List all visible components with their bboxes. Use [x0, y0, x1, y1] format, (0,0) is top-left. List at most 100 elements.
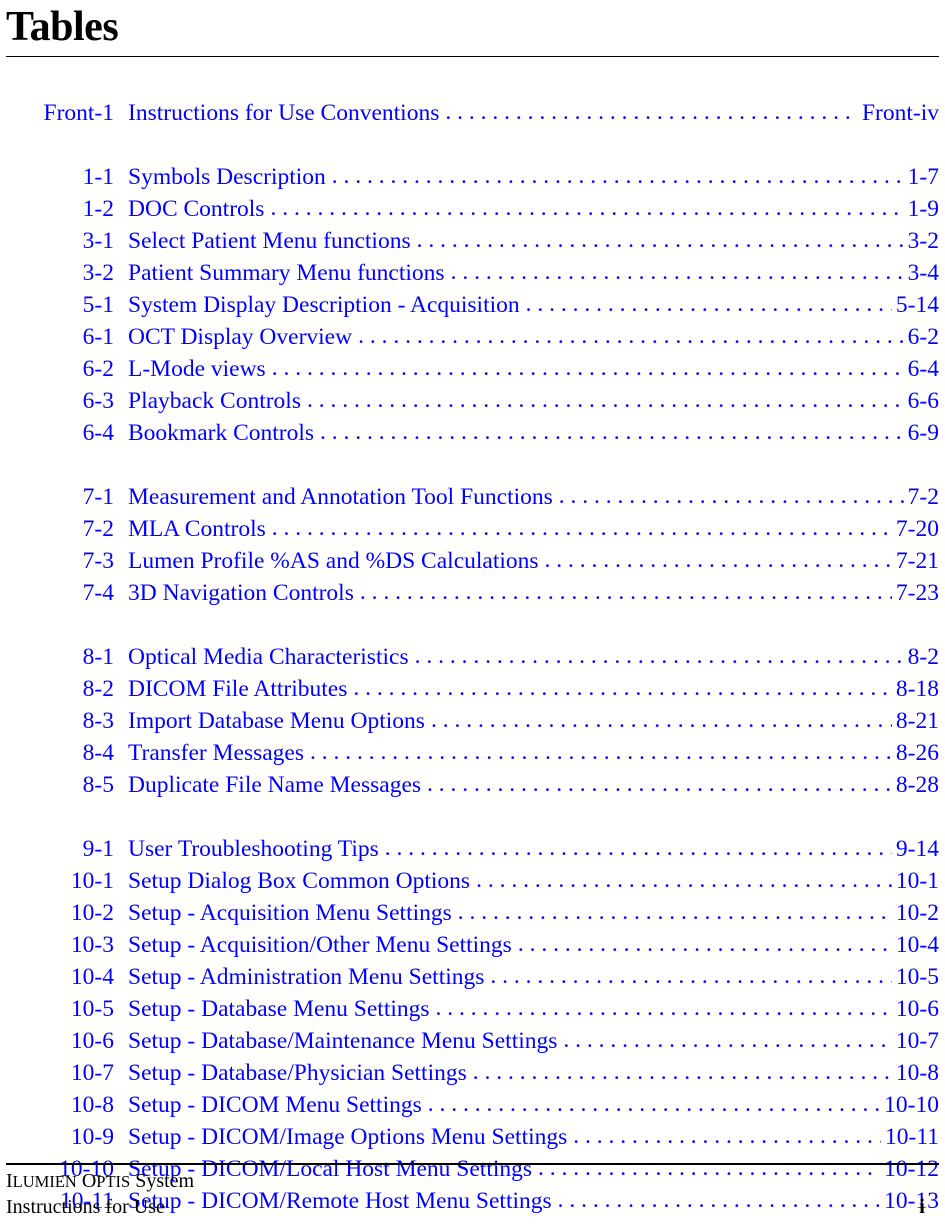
toc-entry-page: 7-20 [895, 516, 939, 542]
toc-entry-page: 8-26 [895, 740, 939, 766]
toc-group-spacer [6, 449, 939, 481]
toc-entry[interactable]: 9-1 User Troubleshooting Tips 9-14 [6, 833, 939, 865]
toc-entry[interactable]: 10-7 Setup - Database/Physician Settings… [6, 1057, 939, 1089]
toc-entry-page: 7-23 [895, 580, 939, 606]
toc-entry[interactable]: 10-8 Setup - DICOM Menu Settings 10-10 [6, 1089, 939, 1121]
toc-leader-dots [563, 1024, 892, 1056]
toc-entry-number: 10-6 [70, 1028, 114, 1054]
toc-entry-number: 7-2 [82, 516, 114, 542]
toc-entry-label: Setup - Database/Maintenance Menu Settin… [128, 1028, 558, 1054]
toc-entry[interactable]: 8-4 Transfer Messages 8-26 [6, 737, 939, 769]
toc-entry-page: 10-2 [895, 900, 939, 926]
toc-entry-number: 7-3 [82, 548, 114, 574]
toc-entry-label: Select Patient Menu functions [128, 228, 411, 254]
toc-entry[interactable]: 6-2 L-Mode views 6-4 [6, 353, 939, 385]
toc-entry-label: MLA Controls [128, 516, 266, 542]
toc-entry[interactable]: 10-4 Setup - Administration Menu Setting… [6, 961, 939, 993]
toc-entry-page: 5-14 [895, 292, 939, 318]
toc-entry-page: 8-2 [907, 644, 939, 670]
toc-leader-dots [490, 960, 892, 992]
toc-entry-number: 9-1 [82, 836, 114, 862]
toc-entry[interactable]: 1-2 DOC Controls 1-9 [6, 193, 939, 225]
toc-entry-page: 8-21 [895, 708, 939, 734]
toc-entry[interactable]: 7-2 MLA Controls 7-20 [6, 513, 939, 545]
toc-entry-page: 10-10 [884, 1092, 939, 1118]
toc-leader-dots [573, 1120, 881, 1152]
toc-entry[interactable]: 8-1 Optical Media Characteristics 8-2 [6, 641, 939, 673]
toc-entry[interactable]: 8-5 Duplicate File Name Messages 8-28 [6, 769, 939, 801]
toc-entry-number: Front-1 [43, 100, 115, 126]
toc-leader-dots [332, 160, 904, 192]
toc-entry[interactable]: 10-6 Setup - Database/Maintenance Menu S… [6, 1025, 939, 1057]
toc-leader-dots [385, 832, 892, 864]
toc-entry[interactable]: 8-2 DICOM File Attributes 8-18 [6, 673, 939, 705]
toc-entry-label: Setup - DICOM/Image Options Menu Setting… [128, 1124, 568, 1150]
footer-divider [6, 1163, 939, 1165]
toc-entry[interactable]: Front-1 Instructions for Use Conventions… [6, 97, 940, 129]
toc-entry-label: Bookmark Controls [128, 420, 315, 446]
toc-entry[interactable]: 6-4 Bookmark Controls 6-9 [6, 417, 939, 449]
toc-entry-page: 8-28 [895, 772, 939, 798]
toc-leader-dots [559, 480, 904, 512]
toc-entry-page: Front-iv [861, 100, 939, 126]
toc-entry-label: Symbols Description [128, 164, 326, 190]
toc-entry-number: 8-2 [82, 676, 114, 702]
toc-entry[interactable]: 10-9 Setup - DICOM/Image Options Menu Se… [6, 1121, 939, 1153]
toc-entry-number: 3-2 [82, 260, 114, 286]
toc-entry-label: Setup - DICOM Menu Settings [128, 1092, 422, 1118]
toc-leader-dots [545, 544, 892, 576]
toc-entry-number: 10-7 [70, 1060, 114, 1086]
toc-entry-number: 10-1 [70, 868, 114, 894]
toc-entry[interactable]: 6-1 OCT Display Overview 6-2 [6, 321, 939, 353]
toc-entry-page: 6-6 [907, 388, 939, 414]
toc-entry-number: 10-4 [70, 964, 114, 990]
page-footer: ILUMIEN OPTIS System Instructions for Us… [0, 1163, 945, 1226]
toc-entry-page: 1-7 [907, 164, 939, 190]
toc-entry-page: 6-4 [907, 356, 939, 382]
toc-leader-dots [428, 1088, 880, 1120]
toc-entry[interactable]: 7-4 3D Navigation Controls 7-23 [6, 577, 939, 609]
toc-entry-number: 10-5 [70, 996, 114, 1022]
toc-entry-label: DICOM File Attributes [128, 676, 348, 702]
toc-entry[interactable]: 10-3 Setup - Acquisition/Other Menu Sett… [6, 929, 939, 961]
toc-entry-number: 8-1 [82, 644, 114, 670]
toc-leader-dots [417, 224, 904, 256]
toc-entry-page: 1-9 [907, 196, 939, 222]
footer-product-lumien: LUMIEN [12, 1172, 77, 1191]
toc-entry[interactable]: 7-1 Measurement and Annotation Tool Func… [6, 481, 939, 513]
toc-entry[interactable]: 3-2 Patient Summary Menu functions 3-4 [6, 257, 939, 289]
toc-entry-label: Import Database Menu Options [128, 708, 425, 734]
toc-entry[interactable]: 10-2 Setup - Acquisition Menu Settings 1… [6, 897, 939, 929]
toc-entry-label: System Display Description - Acquisition [128, 292, 520, 318]
toc-entry[interactable]: 6-3 Playback Controls 6-6 [6, 385, 939, 417]
toc-entry-label: Measurement and Annotation Tool Function… [128, 484, 553, 510]
toc-entry-label: Setup - Acquisition Menu Settings [128, 900, 452, 926]
toc-leader-dots [518, 928, 892, 960]
toc-entry-label: Playback Controls [128, 388, 301, 414]
footer-product-line: ILUMIEN OPTIS System [6, 1169, 939, 1194]
toc-leader-dots [526, 288, 892, 320]
toc-entry-number: 10-3 [70, 932, 114, 958]
toc-entry[interactable]: 1-1 Symbols Description 1-7 [6, 161, 939, 193]
toc-leader-dots [320, 416, 904, 448]
toc-entry-number: 5-1 [82, 292, 114, 318]
page-title: Tables [6, 4, 119, 50]
toc-entry-page: 7-21 [895, 548, 939, 574]
toc-leader-dots [360, 576, 892, 608]
toc-entry[interactable]: 3-1 Select Patient Menu functions 3-2 [6, 225, 939, 257]
toc-entry-page: 6-2 [907, 324, 939, 350]
toc-entry-number: 10-9 [70, 1124, 114, 1150]
toc-entry[interactable]: 7-3 Lumen Profile %AS and %DS Calculatio… [6, 545, 939, 577]
toc-entry-label: 3D Navigation Controls [128, 580, 354, 606]
toc-entry[interactable]: 5-1 System Display Description - Acquisi… [6, 289, 939, 321]
toc-entry[interactable]: 8-3 Import Database Menu Options 8-21 [6, 705, 939, 737]
toc-entry-number: 6-3 [82, 388, 114, 414]
toc-entry[interactable]: 10-1 Setup Dialog Box Common Options 10-… [6, 865, 939, 897]
footer-product-name: ILUMIEN OPTIS System [6, 1169, 939, 1194]
toc-entry[interactable]: 10-5 Setup - Database Menu Settings 10-6 [6, 993, 939, 1025]
toc-entry-number: 10-8 [70, 1092, 114, 1118]
toc-entry-page: 6-9 [907, 420, 939, 446]
toc-leader-dots [415, 640, 904, 672]
toc-entry-number: 1-1 [82, 164, 114, 190]
toc-entry-label: User Troubleshooting Tips [128, 836, 379, 862]
